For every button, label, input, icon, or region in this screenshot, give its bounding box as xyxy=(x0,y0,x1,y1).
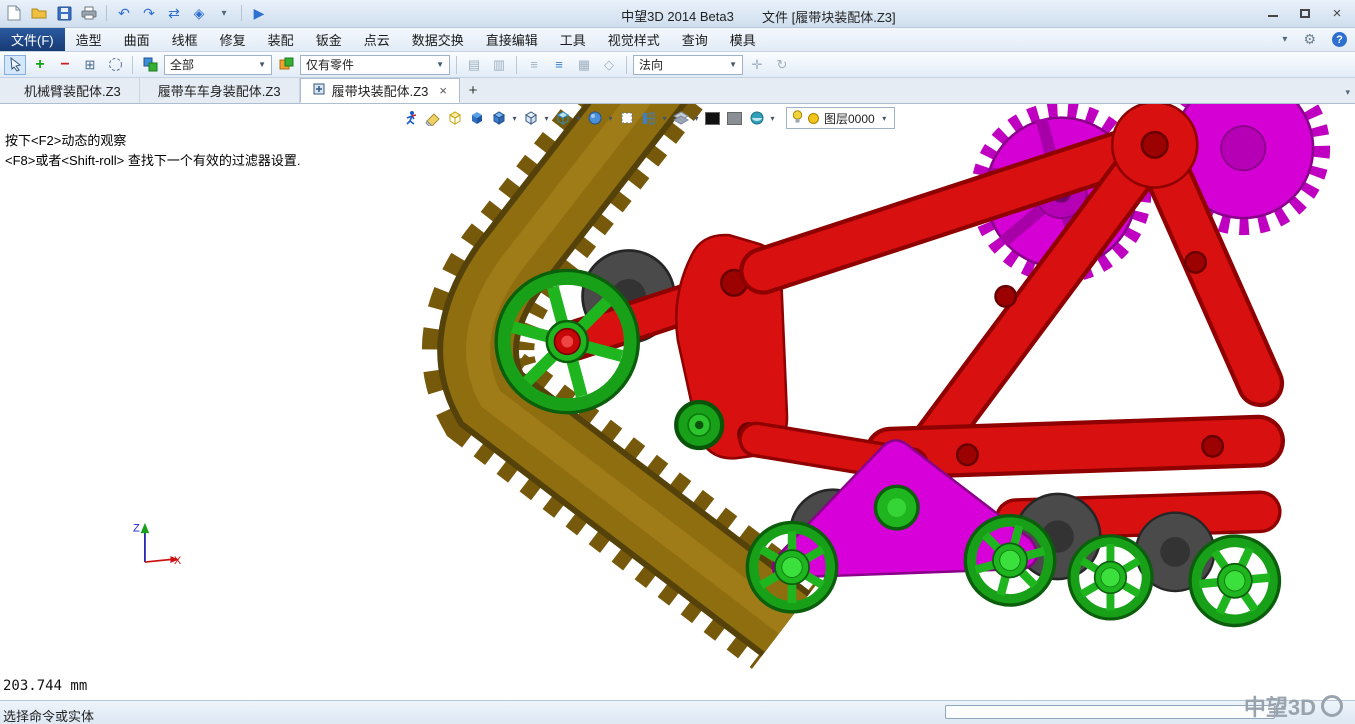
ribbon-tab-direct-edit[interactable]: 直接编辑 xyxy=(475,28,549,51)
align-list-icon[interactable]: ≡ xyxy=(523,55,545,75)
chevron-down-icon[interactable]: ▾ xyxy=(574,114,583,123)
part-roller-green[interactable] xyxy=(676,402,722,448)
ribbon-tab-repair[interactable]: 修复 xyxy=(209,28,257,51)
black-color-swatch[interactable] xyxy=(702,108,723,129)
ribbon-tab-surface[interactable]: 曲面 xyxy=(113,28,161,51)
align-blue-icon[interactable]: ≡ xyxy=(548,55,570,75)
ribbon-tab-assembly[interactable]: 装配 xyxy=(257,28,305,51)
ribbon-tab-data-exchange[interactable]: 数据交换 xyxy=(401,28,475,51)
toolbar-separator xyxy=(626,56,627,74)
select-cursor-icon[interactable] xyxy=(4,55,26,75)
chevron-down-icon[interactable]: ▾ xyxy=(768,114,777,123)
selection-toolbar: + − ⊞ 全部▼ 仅有零件▼ ▤ ▥ ≡ ≡ ▦ ◇ 法向▼ ✛ ↻ xyxy=(0,52,1355,78)
axis-triad: Z X xyxy=(133,522,182,566)
layers-stack-icon[interactable] xyxy=(670,108,691,129)
lightbulb-icon[interactable] xyxy=(792,110,803,127)
new-tab-button[interactable]: + xyxy=(460,78,486,103)
orient-diamond-icon[interactable]: ◇ xyxy=(598,55,620,75)
settings-gear-icon[interactable]: ⚙ xyxy=(1303,31,1316,48)
add-select-icon[interactable]: + xyxy=(29,55,51,75)
wireframe-cube-icon[interactable] xyxy=(444,108,465,129)
hint-text-2: <F8>或者<Shift-roll> 查找下一个有效的过滤器设置. xyxy=(5,150,300,169)
part-wheel-green-3[interactable] xyxy=(1069,536,1151,618)
window-controls: × xyxy=(1259,4,1351,22)
window-doc-title: 文件 [履带块装配体.Z3] xyxy=(762,7,896,26)
filter-type-combobox[interactable]: 全部▼ xyxy=(164,55,272,75)
status-slider-track[interactable] xyxy=(945,705,1275,719)
filter-scope-combobox[interactable]: 仅有零件▼ xyxy=(300,55,450,75)
minimize-button[interactable] xyxy=(1259,4,1287,22)
chevron-down-icon[interactable]: ▾ xyxy=(606,114,615,123)
shaded-cube-icon[interactable] xyxy=(466,108,487,129)
ribbon-tab-file[interactable]: 文件(F) xyxy=(0,28,65,51)
shaded-edges-cube-icon[interactable] xyxy=(488,108,509,129)
status-prompt: 选择命令或实体 xyxy=(3,706,94,724)
chevron-down-icon[interactable]: ▾ xyxy=(510,114,519,123)
align-grid-icon[interactable]: ▦ xyxy=(573,55,595,75)
wire-cube-blue-icon[interactable] xyxy=(552,108,573,129)
ribbon-chevron-down-icon[interactable]: ▾ xyxy=(1282,34,1287,45)
toolbar-separator xyxy=(516,56,517,74)
sphere-view-icon[interactable] xyxy=(584,108,605,129)
assembly-icon xyxy=(313,83,325,98)
snap-grid-icon[interactable]: ▤ xyxy=(463,55,485,75)
axis-x-label: X xyxy=(174,555,182,567)
axis-z-label: Z xyxy=(133,522,140,534)
layer-chevron-down-icon[interactable]: ▾ xyxy=(880,114,889,123)
maximize-button[interactable] xyxy=(1291,4,1319,22)
ribbon-tab-wireframe[interactable]: 线框 xyxy=(161,28,209,51)
filter-color-icon[interactable] xyxy=(139,55,161,75)
ribbon-tab-visual-style[interactable]: 视觉样式 xyxy=(597,28,671,51)
tab-overflow-chevron-icon[interactable]: ▾ xyxy=(1345,87,1350,98)
ribbon-tab-tools[interactable]: 工具 xyxy=(549,28,597,51)
section-view-icon[interactable] xyxy=(638,108,659,129)
close-tab-icon[interactable]: × xyxy=(439,83,447,98)
chevron-down-icon[interactable]: ▾ xyxy=(542,114,551,123)
hidden-line-cube-icon[interactable] xyxy=(520,108,541,129)
toolbar-separator xyxy=(456,56,457,74)
bounds-box-icon[interactable] xyxy=(616,108,637,129)
layer-name: 图层0000 xyxy=(824,110,875,127)
ribbon-tab-mold[interactable]: 模具 xyxy=(719,28,767,51)
chevron-down-icon[interactable]: ▾ xyxy=(692,114,701,123)
measurement-readout: 203.744 mm xyxy=(3,678,87,694)
eraser-icon[interactable] xyxy=(422,108,443,129)
animate-runner-icon[interactable] xyxy=(400,108,421,129)
pick-box-icon[interactable]: ⊞ xyxy=(79,55,101,75)
material-view-icon[interactable] xyxy=(746,108,767,129)
title-bar: ↶ ↷ ⇄ ◈ ▾ ▶ 中望3D 2014 Beta3 文件 [履带块装配体.Z… xyxy=(0,0,1355,28)
document-tab-bar: 机械臂装配体.Z3 履带车车身装配体.Z3 履带块装配体.Z3 × + ▾ xyxy=(0,78,1355,104)
doc-tab-1[interactable]: 机械臂装配体.Z3 xyxy=(6,78,140,103)
close-button[interactable]: × xyxy=(1323,4,1351,22)
model-3d-view[interactable]: Z X xyxy=(0,104,1355,700)
remove-select-icon[interactable]: − xyxy=(54,55,76,75)
move-tool-icon[interactable]: ✛ xyxy=(746,55,768,75)
snap-plane-icon[interactable]: ▥ xyxy=(488,55,510,75)
zw3d-watermark: 中望3D xyxy=(1244,690,1343,722)
doc-tab-2[interactable]: 履带车车身装配体.Z3 xyxy=(140,78,300,103)
graphics-area[interactable]: Z X ▾ ▾ ▾ ▾ ▾ xyxy=(0,104,1355,700)
zw3d-logo-icon xyxy=(1321,695,1343,717)
view-toolbar: ▾ ▾ ▾ ▾ ▾ ▾ ▾ 图层0000 ▾ xyxy=(400,107,895,129)
chevron-down-icon[interactable]: ▾ xyxy=(660,114,669,123)
orientation-combobox[interactable]: 法向▼ xyxy=(633,55,743,75)
ribbon-tab-sheetmetal[interactable]: 钣金 xyxy=(305,28,353,51)
hint-text-1: 按下<F2>动态的观察 xyxy=(5,130,126,149)
highlight-filter-icon[interactable] xyxy=(275,55,297,75)
app-title: 中望3D 2014 Beta3 xyxy=(0,6,1355,25)
lasso-icon[interactable] xyxy=(104,55,126,75)
toolbar-separator xyxy=(132,56,133,74)
doc-tab-active[interactable]: 履带块装配体.Z3 × xyxy=(300,78,460,103)
ribbon-tab-inquire[interactable]: 查询 xyxy=(671,28,719,51)
help-icon[interactable]: ? xyxy=(1332,32,1347,47)
layer-color-swatch[interactable] xyxy=(808,113,819,124)
ribbon-tab-pointcloud[interactable]: 点云 xyxy=(353,28,401,51)
layer-selector[interactable]: 图层0000 ▾ xyxy=(786,107,895,129)
gray-color-swatch[interactable] xyxy=(724,108,745,129)
rotate-tool-icon[interactable]: ↻ xyxy=(771,55,793,75)
ribbon-tab-shape[interactable]: 造型 xyxy=(65,28,113,51)
status-bar: 选择命令或实体 xyxy=(0,700,1355,724)
ribbon-tab-bar: 文件(F) 造型 曲面 线框 修复 装配 钣金 点云 数据交换 直接编辑 工具 … xyxy=(0,28,1355,52)
